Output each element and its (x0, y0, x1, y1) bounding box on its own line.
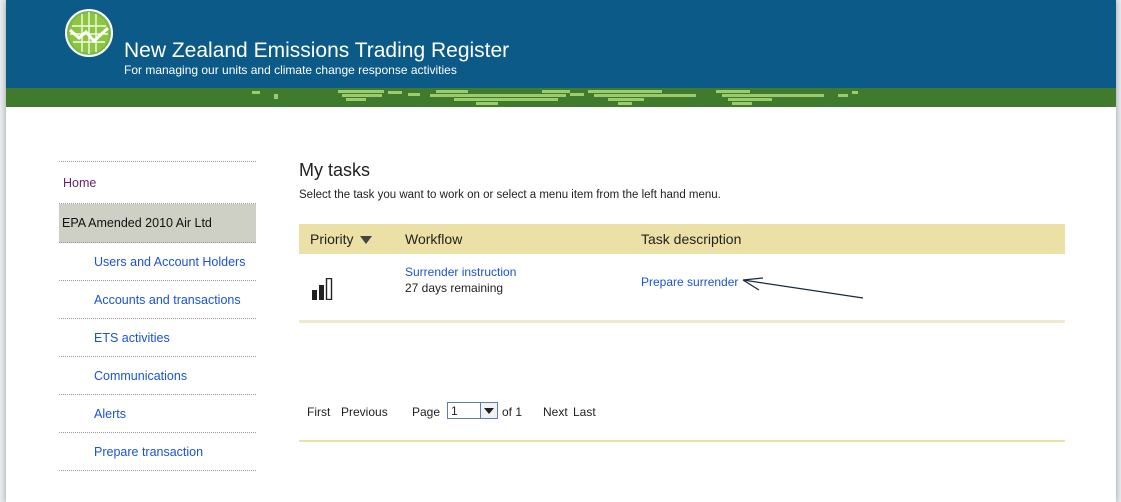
ets-activities-link[interactable]: ETS activities (59, 331, 170, 345)
sidebar-item-accounts-transactions[interactable]: Accounts and transactions (59, 281, 256, 319)
alerts-link[interactable]: Alerts (59, 407, 126, 421)
communications-link[interactable]: Communications (59, 369, 187, 383)
first-page-link[interactable]: First (307, 405, 330, 419)
site-subtitle: For managing our units and climate chang… (124, 63, 457, 77)
globe-logo-icon (65, 9, 113, 57)
page-title: My tasks (299, 160, 371, 180)
workflow-link[interactable]: Surrender instruction (405, 265, 516, 279)
page-number-select[interactable]: 1 (447, 402, 498, 419)
prepare-transaction-link[interactable]: Prepare transaction (59, 445, 203, 459)
site-header: New Zealand Emissions Trading Register F… (6, 0, 1116, 88)
workflow-column-header: Workflow (405, 231, 463, 247)
task-description-column-header: Task description (641, 231, 742, 247)
pointer-arrow-annotation (742, 277, 864, 299)
next-page-link[interactable]: Next (543, 405, 568, 419)
priority-header-label: Priority (310, 231, 354, 247)
sidebar-item-users-account-holders[interactable]: Users and Account Holders (59, 243, 256, 281)
last-page-link[interactable]: Last (573, 405, 596, 419)
world-map-banner (6, 88, 1116, 107)
page-count-label: of 1 (502, 405, 523, 419)
table-header: Priority Workflow Task description (299, 224, 1065, 254)
dropdown-arrow-icon[interactable] (480, 403, 497, 418)
world-map-dots (252, 90, 858, 105)
prepare-surrender-link[interactable]: Prepare surrender (641, 275, 738, 289)
sidebar-item-alerts[interactable]: Alerts (59, 395, 256, 433)
sidebar-item-home[interactable]: Home (59, 161, 256, 204)
page: New Zealand Emissions Trading Register F… (6, 0, 1116, 502)
home-link[interactable]: Home (59, 176, 96, 190)
previous-page-link[interactable]: Previous (341, 405, 388, 419)
sidebar-item-prepare-transaction[interactable]: Prepare transaction (59, 433, 256, 471)
accounts-transactions-link[interactable]: Accounts and transactions (59, 293, 241, 307)
days-remaining: 27 days remaining (405, 281, 504, 295)
left-menu: Home EPA Amended 2010 Air Ltd Users and … (59, 161, 256, 471)
sidebar-item-communications[interactable]: Communications (59, 357, 256, 395)
site-title: New Zealand Emissions Trading Register (124, 39, 510, 62)
account-name-label: EPA Amended 2010 Air Ltd (62, 216, 212, 230)
divider (299, 440, 1065, 442)
page-label: Page (412, 405, 441, 419)
sidebar-item-ets-activities[interactable]: ETS activities (59, 319, 256, 357)
main-content: My tasks Select the task you want to wor… (299, 160, 1065, 442)
sort-down-icon[interactable] (359, 236, 372, 245)
page-number-value: 1 (451, 404, 458, 418)
users-account-holders-link[interactable]: Users and Account Holders (59, 255, 245, 269)
table-row: Surrender instruction 27 days remaining … (299, 254, 1065, 323)
tasks-table: Priority Workflow Task description Surre… (299, 224, 1065, 323)
priority-column-header[interactable]: Priority (310, 231, 372, 247)
instructions-text: Select the task you want to work on or s… (299, 189, 721, 201)
signal-bars-icon (312, 278, 333, 300)
sidebar-account-name: EPA Amended 2010 Air Ltd (59, 204, 256, 243)
